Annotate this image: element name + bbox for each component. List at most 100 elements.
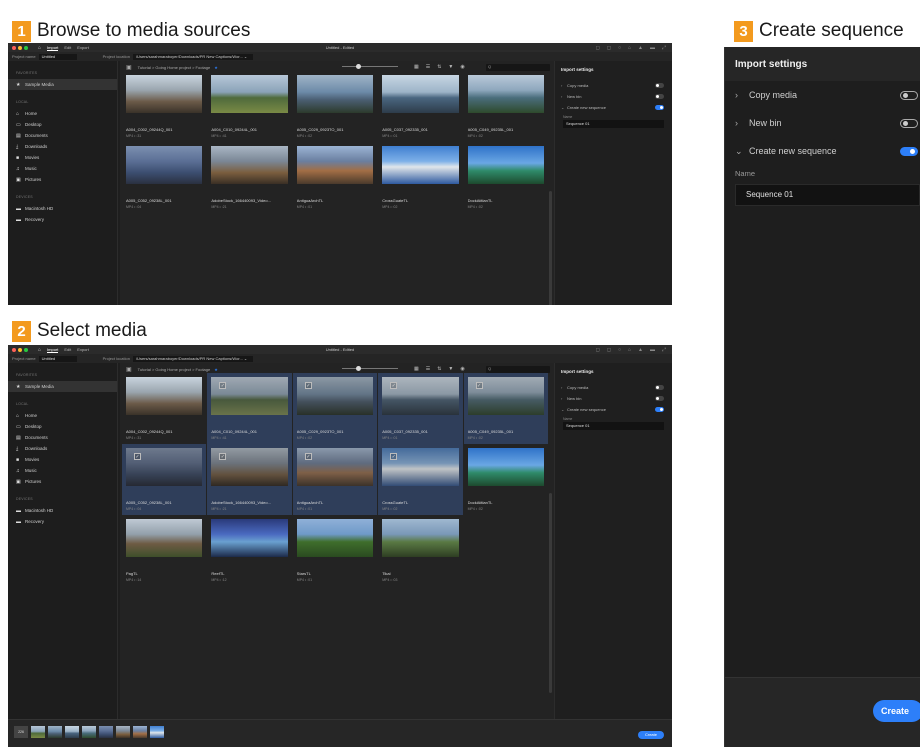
list-view-icon[interactable]: ☰ [426, 64, 430, 70]
checkbox-icon[interactable]: ✓ [390, 382, 398, 389]
grid-view-icon[interactable]: ▦ [414, 366, 419, 372]
selected-media-thumbnail[interactable] [48, 726, 62, 738]
media-item[interactable]: ✓ A005_C052_09238L_001 MP4 • :04 [122, 444, 207, 515]
checkbox-icon[interactable]: ✓ [304, 453, 312, 460]
window-controls[interactable] [12, 45, 28, 50]
sidebar-item-documents[interactable]: ▤ Documents [8, 432, 117, 443]
media-item[interactable]: DockAtitlanTL MP4 • :02 [467, 146, 544, 209]
media-thumbnail[interactable] [211, 519, 288, 557]
new-bin-toggle[interactable] [900, 118, 918, 128]
media-thumbnail[interactable]: ✓ [296, 377, 374, 415]
folder-icon[interactable]: ▣ [126, 64, 132, 71]
media-thumbnail[interactable]: ✓ [211, 448, 288, 486]
titlebar-icon[interactable]: ◻ [607, 45, 611, 51]
sidebar-item-pictures[interactable]: ▣ Pictures [8, 174, 117, 185]
titlebar-icon[interactable]: ▬ [650, 347, 655, 353]
titlebar-icon[interactable]: ⌂ [628, 347, 631, 353]
media-item[interactable]: ReefTL MP4 • :12 [211, 519, 288, 582]
search-input[interactable]: Q [486, 63, 550, 71]
titlebar-icon[interactable]: ◻ [596, 347, 600, 353]
list-view-icon[interactable]: ☰ [426, 366, 430, 372]
sidebar-item-sample-media[interactable]: ★ Sample Media [8, 381, 117, 392]
sidebar-item-home[interactable]: ⌂ Home [8, 410, 117, 421]
new-bin-row[interactable]: › New bin [555, 91, 672, 102]
breadcrumb[interactable]: Tutorial > Going Home project > Footage [138, 65, 211, 70]
folder-icon[interactable]: ▣ [126, 366, 132, 373]
project-location-field[interactable]: /Users/sarahmaraboyer/Downloads/PR New C… [132, 53, 253, 60]
copy-media-row[interactable]: › Copy media [725, 81, 920, 109]
media-item[interactable]: DockAtitlanTL MP4 • :02 [467, 448, 544, 511]
create-sequence-toggle[interactable] [900, 146, 918, 156]
create-button[interactable]: Create [873, 700, 920, 722]
media-thumbnail[interactable] [467, 146, 544, 184]
tab-edit[interactable]: Edit [64, 45, 71, 51]
sidebar-item-movies[interactable]: ■ Movies [8, 152, 117, 163]
copy-media-toggle[interactable] [900, 90, 918, 100]
media-item[interactable]: AntiguaArchTL MP4 • :01 [296, 146, 374, 209]
media-thumbnail[interactable]: ✓ [126, 448, 203, 486]
media-thumbnail[interactable] [211, 146, 288, 184]
copy-media-toggle[interactable] [655, 83, 664, 88]
media-thumbnail[interactable] [467, 75, 544, 113]
media-item[interactable]: ✓ A004_C010_09244L_001 MP4 • :41 [207, 373, 292, 444]
create-sequence-row[interactable]: ⌄ Create new sequence [725, 137, 920, 165]
titlebar-icon[interactable]: ○ [618, 347, 621, 353]
create-sequence-toggle[interactable] [655, 105, 664, 110]
sort-icon[interactable]: ⇅ [437, 64, 441, 70]
sequence-name-field[interactable]: Sequence 01 [563, 422, 664, 430]
titlebar-icon[interactable]: ▲ [638, 45, 643, 51]
sidebar-item-recovery[interactable]: ▬ Recovery [8, 516, 117, 527]
selected-media-thumbnail[interactable] [116, 726, 130, 738]
zoom-slider[interactable] [342, 66, 398, 67]
media-thumbnail[interactable]: ✓ [296, 448, 374, 486]
scrollbar[interactable] [549, 493, 552, 693]
window-controls[interactable] [12, 347, 28, 352]
titlebar-icon[interactable]: ▲ [638, 347, 643, 353]
media-item[interactable]: ✓ A005_C049_09235L_001 MP4 • :02 [463, 373, 548, 444]
zoom-slider-knob[interactable] [356, 366, 361, 371]
media-thumbnail[interactable] [126, 146, 203, 184]
media-item[interactable]: StarsTL MP4 • :01 [296, 519, 374, 582]
media-thumbnail[interactable]: ✓ [382, 448, 459, 486]
media-item[interactable]: CrossGuateTL MP4 • :02 [382, 146, 459, 209]
media-item[interactable]: A005_C052_09238L_001 MP4 • :04 [126, 146, 203, 209]
media-thumbnail[interactable] [382, 519, 459, 557]
sidebar-item-documents[interactable]: ▤ Documents [8, 130, 117, 141]
tab-edit[interactable]: Edit [64, 347, 71, 353]
media-thumbnail[interactable] [296, 519, 374, 557]
sidebar-item-desktop[interactable]: ▭ Desktop [8, 119, 117, 130]
home-icon[interactable]: ⌂ [38, 45, 41, 51]
filter-icon[interactable]: ▼ [448, 366, 453, 372]
zoom-slider-knob[interactable] [356, 64, 361, 69]
media-thumbnail[interactable]: ✓ [382, 377, 459, 415]
sidebar-item-home[interactable]: ⌂ Home [8, 108, 117, 119]
copy-media-row[interactable]: › Copy media [555, 80, 672, 91]
sidebar-item-music[interactable]: ♫ Music [8, 163, 117, 174]
titlebar-icon[interactable]: ⌂ [628, 45, 631, 51]
sort-icon[interactable]: ⇅ [437, 366, 441, 372]
titlebar-icon[interactable]: ⤢ [662, 347, 666, 353]
media-thumbnail[interactable] [296, 146, 374, 184]
media-thumbnail[interactable] [296, 75, 374, 113]
copy-media-row[interactable]: › Copy media [555, 382, 672, 393]
window-dot[interactable] [24, 347, 28, 352]
media-item[interactable]: AdobeStock_166440093_Video... MP4 • :21 [211, 146, 288, 209]
selected-media-thumbnail[interactable] [31, 726, 45, 738]
checkbox-icon[interactable]: ✓ [219, 453, 227, 460]
create-sequence-toggle[interactable] [655, 407, 664, 412]
view-icon[interactable]: ◉ [460, 64, 464, 70]
sidebar-item-movies[interactable]: ■ Movies [8, 454, 117, 465]
media-thumbnail[interactable] [467, 448, 544, 486]
selected-media-thumbnail[interactable] [150, 726, 164, 738]
tab-export[interactable]: Export [77, 347, 89, 353]
media-item[interactable]: A005_C037_092335_001 MP4 • :01 [382, 75, 459, 138]
sidebar-item-music[interactable]: ♫ Music [8, 465, 117, 476]
zoom-slider[interactable] [342, 368, 398, 369]
create-button[interactable]: Create [638, 731, 664, 739]
checkbox-icon[interactable]: ✓ [134, 453, 141, 460]
checkbox-icon[interactable]: ✓ [219, 382, 227, 389]
create-sequence-row[interactable]: ⌄ Create new sequence [555, 102, 672, 113]
sequence-name-field[interactable]: Sequence 01 [735, 184, 920, 206]
tab-export[interactable]: Export [77, 45, 89, 51]
checkbox-icon[interactable]: ✓ [304, 382, 312, 389]
